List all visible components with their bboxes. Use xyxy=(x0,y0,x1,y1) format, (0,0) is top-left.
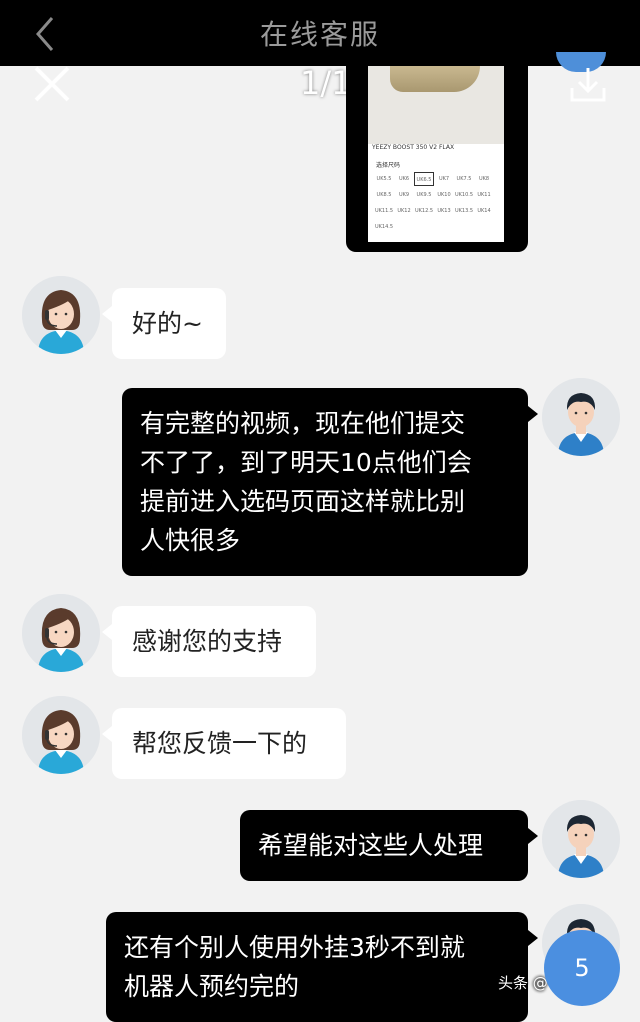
size-option: UK5.5 xyxy=(376,176,392,182)
size-option: UK7 xyxy=(438,176,450,182)
size-label: 选择尺码 xyxy=(376,162,401,169)
user-avatar-icon xyxy=(542,800,620,878)
message-bubble-agent[interactable]: 帮您反馈一下的 xyxy=(112,708,346,779)
size-option: UK14.5 xyxy=(374,224,394,230)
user-avatar xyxy=(542,800,620,878)
size-option: UK6.5 xyxy=(414,172,434,186)
bubble-tail xyxy=(528,930,538,946)
message-line: 机器人预约完的 xyxy=(124,972,300,1001)
user-avatar xyxy=(542,378,620,456)
bubble-tail xyxy=(102,726,112,742)
page-title: 在线客服 xyxy=(259,18,380,51)
bubble-tail xyxy=(528,828,538,844)
agent-avatar-icon xyxy=(22,276,100,354)
message-line: 有完整的视频，现在他们提交 xyxy=(140,409,466,438)
message-line: 帮您反馈一下的 xyxy=(132,729,308,758)
size-option: UK13.5 xyxy=(454,208,474,214)
message-line: 还有个别人使用外挂3秒不到就 xyxy=(124,933,465,962)
bubble-tail xyxy=(102,624,112,640)
shoe-image xyxy=(390,66,480,92)
size-option: UK12 xyxy=(397,208,411,214)
size-option: UK8 xyxy=(478,176,490,182)
size-option: UK7.5 xyxy=(456,176,472,182)
product-name: YEEZY BOOST 350 V2 FLAX xyxy=(372,144,455,151)
user-avatar-icon xyxy=(542,378,620,456)
download-icon[interactable] xyxy=(568,64,608,104)
agent-avatar-icon xyxy=(22,696,100,774)
message-bubble-user[interactable]: 还有个别人使用外挂3秒不到就 机器人预约完的 xyxy=(106,912,528,1022)
message-line: 好的~ xyxy=(132,309,203,338)
size-option: UK8.5 xyxy=(376,192,392,198)
size-option: UK9 xyxy=(398,192,410,198)
close-icon[interactable] xyxy=(30,64,74,104)
size-option: UK13 xyxy=(437,208,451,214)
message-line: 提前进入选码页面这样就比别 xyxy=(140,487,466,516)
size-option: UK10 xyxy=(437,192,451,198)
size-grid: UK5.5 UK6 UK6.5 UK7 UK7.5 UK8 UK8.5 UK9 UK9.5 UK1… xyxy=(374,172,496,234)
image-counter: 1/1 xyxy=(300,64,352,102)
size-option: UK11 xyxy=(477,192,491,198)
message-line: 希望能对这些人处理 xyxy=(258,831,484,860)
message-line: 人快很多 xyxy=(140,526,241,555)
size-option: UK10.5 xyxy=(454,192,474,198)
size-option: UK11.5 xyxy=(374,208,394,214)
size-option: UK14 xyxy=(477,208,491,214)
agent-avatar-icon xyxy=(22,594,100,672)
size-option: UK9.5 xyxy=(416,192,432,198)
agent-avatar xyxy=(22,696,100,774)
message-line: 不了了，到了明天10点他们会 xyxy=(140,448,472,477)
size-option: UK12.5 xyxy=(414,208,434,214)
message-bubble-user[interactable]: 希望能对这些人处理 xyxy=(240,810,528,881)
agent-avatar xyxy=(22,594,100,672)
size-option: UK6 xyxy=(398,176,410,182)
message-line: 感谢您的支持 xyxy=(132,627,283,656)
message-bubble-agent[interactable]: 感谢您的支持 xyxy=(112,606,316,677)
message-bubble-user[interactable]: 有完整的视频，现在他们提交 不了了，到了明天10点他们会 提前进入选码页面这样就比别… xyxy=(122,388,528,576)
bubble-tail xyxy=(528,406,538,422)
message-bubble-agent[interactable]: 好的~ xyxy=(112,288,226,359)
unread-count-button[interactable]: 5 xyxy=(544,930,620,1006)
bubble-tail xyxy=(102,306,112,322)
agent-avatar xyxy=(22,276,100,354)
